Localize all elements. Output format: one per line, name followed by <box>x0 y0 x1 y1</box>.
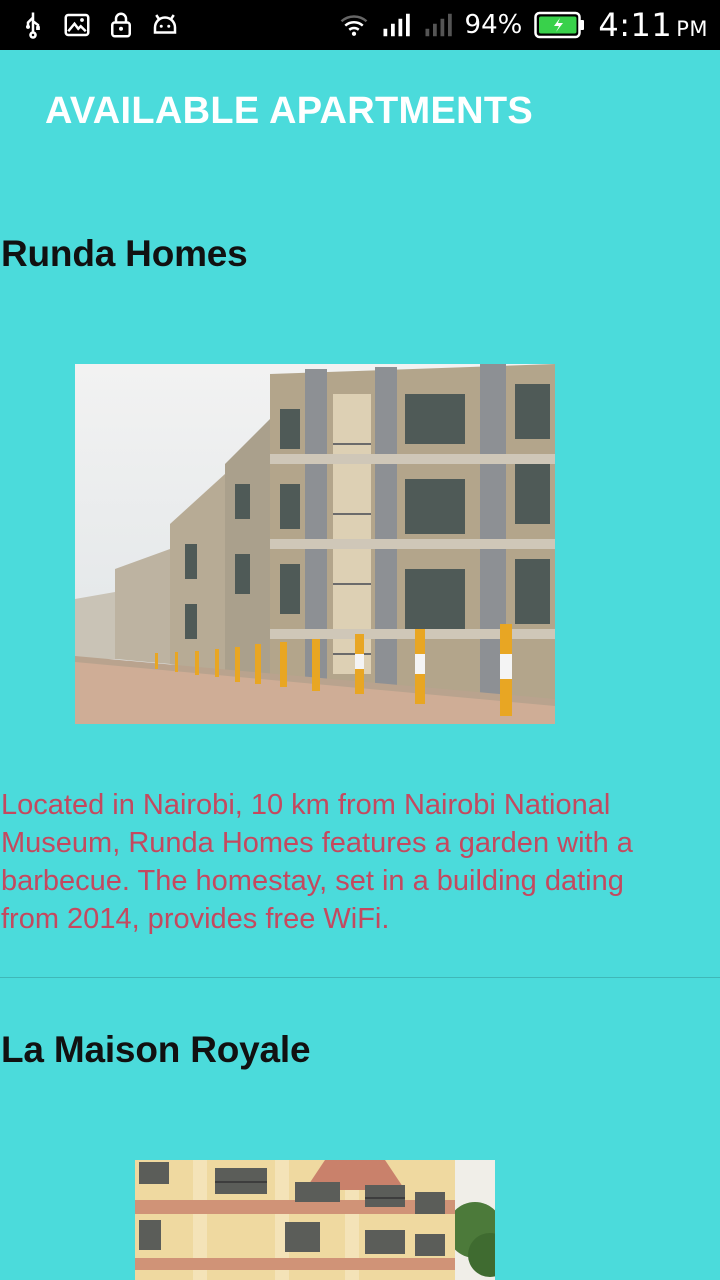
signal-weak-icon <box>423 10 453 40</box>
status-bar: 94% 4:11 PM <box>0 0 720 50</box>
apartment-photo[interactable] <box>75 364 555 724</box>
lock-icon <box>106 10 136 40</box>
listing-title[interactable]: Runda Homes <box>1 233 248 275</box>
clock-ampm: PM <box>676 17 708 41</box>
battery-icon <box>534 11 586 39</box>
usb-icon <box>18 10 48 40</box>
wifi-icon <box>339 10 369 40</box>
page-title: AVAILABLE APARTMENTS <box>45 90 534 132</box>
apartment-building-image <box>135 1160 495 1280</box>
apartment-building-image <box>75 364 555 724</box>
divider <box>0 977 720 978</box>
listing-title[interactable]: La Maison Royale <box>1 1029 311 1071</box>
android-icon <box>150 10 180 40</box>
clock: 4:11 PM <box>598 6 708 44</box>
listing-description: Located in Nairobi, 10 km from Nairobi N… <box>1 789 633 935</box>
image-icon <box>62 10 92 40</box>
apartment-photo[interactable] <box>135 1160 495 1280</box>
clock-time: 4:11 <box>598 6 673 44</box>
battery-percent: 94% <box>464 10 523 40</box>
signal-icon <box>381 10 411 40</box>
